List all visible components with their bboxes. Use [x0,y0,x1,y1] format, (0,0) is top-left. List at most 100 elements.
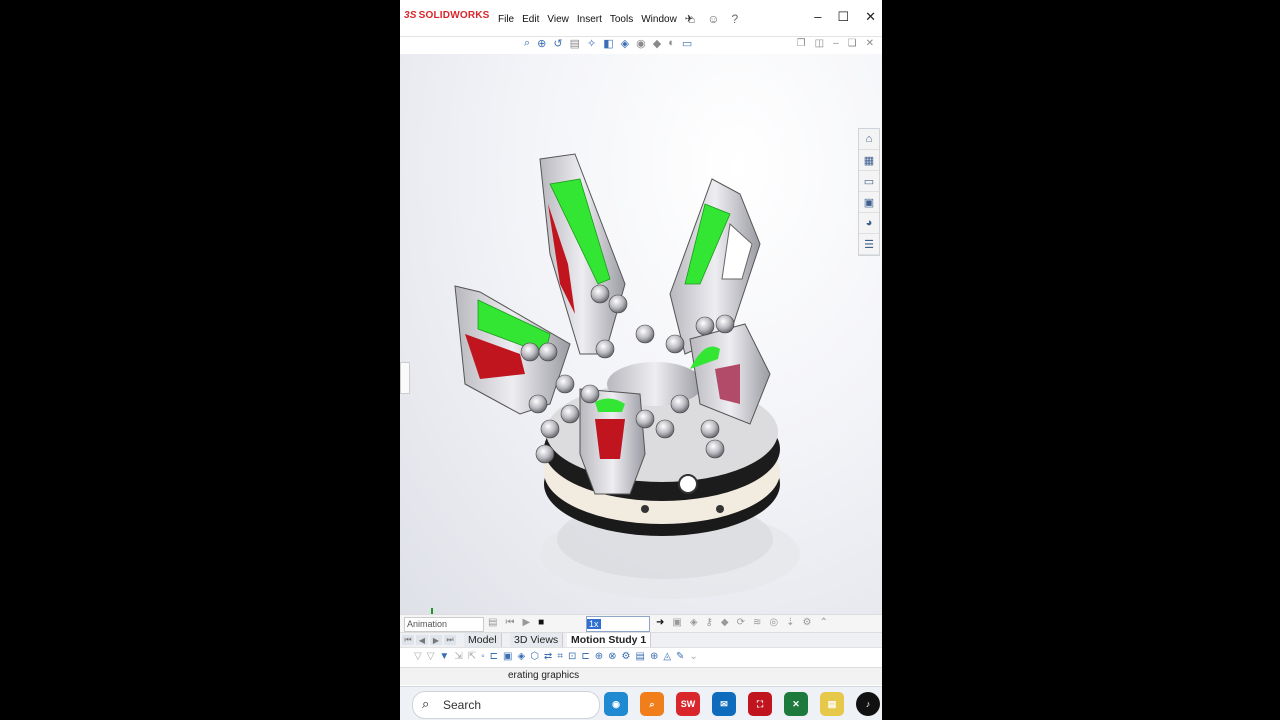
motion-manager-toolbar: ▽ ▽ ▼ ⇲ ⇱ ◦ ⊏ ▣ ◈ ⬡ ⇄ ⌗ ⊡ ⊏ ⊕ ⊗ ⚙ ▤ ⊕ ◬ … [400,647,882,668]
help-icon[interactable]: ? [732,12,739,26]
search-label: Search [443,698,482,712]
viewport-close-icon[interactable]: ✕ [866,38,874,49]
feature-manager-toggle[interactable] [400,362,410,394]
previous-view-icon[interactable]: ↺ [553,37,562,53]
smart-mates-icon[interactable]: ⊏ [490,651,498,662]
viewport-minimize-icon[interactable]: – [833,38,839,49]
home-icon[interactable]: ⌂ [688,12,695,26]
edge-icon[interactable]: ◉ [604,692,628,716]
hide-show-icon[interactable]: ◉ [636,37,646,53]
section-view-icon[interactable]: ▤ [570,37,580,53]
menu-window[interactable]: Window [641,14,677,25]
view-orientation-icon[interactable]: ◧ [603,37,613,53]
instant3d-icon[interactable]: ◬ [663,651,671,662]
brand-prefix: 3S [404,10,417,21]
status-bar: erating graphics [400,667,882,685]
scenes-icon[interactable]: ◐ [668,37,675,53]
solidworks-resources-icon[interactable]: ⌂ [859,129,879,150]
tab-motion-study-1[interactable]: Motion Study 1 [567,633,652,648]
stop-icon[interactable]: ■ [538,617,544,628]
collapse-icon[interactable]: ⌃ [819,617,827,628]
assembly-visualization-icon[interactable]: ⚙ [622,651,631,662]
spring-icon[interactable]: ≋ [753,617,761,628]
linear-pattern-icon[interactable]: ⬡ [530,651,539,662]
add-key-icon[interactable]: ◆ [721,617,729,628]
view-settings-icon[interactable]: ▭ [682,37,692,53]
menu-tools[interactable]: Tools [610,14,633,25]
file-manager-icon[interactable]: ▤ [820,692,844,716]
prev-tab-icon[interactable]: ◀ [416,635,428,645]
maximize-icon[interactable]: ☐ [837,9,849,25]
study-properties-icon[interactable]: ⚙ [802,617,811,628]
sketch-icon[interactable]: ✎ [676,651,684,662]
viewport-controls: ❐ ◫ – ❏ ✕ [797,38,874,49]
snip-tool-icon[interactable]: ⛶ [748,692,772,716]
rotate-component-icon[interactable]: ◈ [517,651,525,662]
filter-selected-icon[interactable]: ▼ [439,651,449,662]
view-palette-icon[interactable]: ▣ [859,192,879,213]
play-from-start-icon[interactable]: ⏮ [505,617,514,628]
more-tools-icon[interactable]: ⌄ [689,651,697,662]
split-view-icon[interactable]: ◫ [815,38,824,49]
custom-properties-icon[interactable]: ☰ [859,234,879,255]
minimize-icon[interactable]: – [814,9,821,25]
autokey-filter-icon[interactable]: ⇱ [468,651,476,662]
circular-pattern-icon[interactable]: ⇄ [544,651,552,662]
tiktok-icon[interactable]: ♪ [856,692,880,716]
tab-model[interactable]: Model [464,633,502,648]
solidworks-taskbar-icon[interactable]: SW [676,692,700,716]
explode-icon[interactable]: ⊡ [568,651,576,662]
gravity-icon[interactable]: ⇣ [786,617,794,628]
hole-alignment-icon[interactable]: ⊗ [608,651,616,662]
appearances-icon[interactable]: ◕ [859,213,879,234]
design-library-icon[interactable]: ▦ [859,150,879,171]
clearance-icon[interactable]: ⊕ [595,651,603,662]
restore-pane-icon[interactable]: ❐ [797,38,806,49]
menu-file[interactable]: File [498,14,514,25]
playback-mode-icon[interactable]: ➜ [656,617,664,628]
calculate-icon[interactable]: ▤ [488,617,497,628]
filter-animated-icon[interactable]: ▽ [414,651,422,662]
last-tab-icon[interactable]: ⏭ [444,635,456,645]
zoom-to-fit-icon[interactable]: ⌕ [524,37,530,53]
display-style-icon[interactable]: ◈ [621,37,629,53]
interference-icon[interactable]: ⊏ [581,651,589,662]
measure-icon[interactable]: ⊕ [650,651,658,662]
zoom-area-icon[interactable]: ⊕ [537,37,546,53]
menu-insert[interactable]: Insert [577,14,602,25]
menu-view[interactable]: View [547,14,569,25]
motor-icon[interactable]: ⟳ [737,617,745,628]
mate-icon[interactable]: ◦ [481,651,485,662]
user-icon[interactable]: ☺ [707,12,719,26]
windows-taskbar: ⌕ Search ◉ ⌕ SW ✉ ⛶ ✕ ▤ ♪ [400,686,882,720]
mirror-icon[interactable]: ⌗ [557,651,563,662]
first-tab-icon[interactable]: ⏮ [402,635,414,645]
contact-icon[interactable]: ◎ [769,617,778,628]
file-explorer-icon[interactable]: ▭ [859,171,879,192]
edit-appearance-icon[interactable]: ◆ [653,37,661,53]
study-type-select[interactable]: Animation [404,617,484,632]
outlook-icon[interactable]: ✉ [712,692,736,716]
excel-icon[interactable]: ✕ [784,692,808,716]
animation-toolbar: Animation ▤ ⏮ ▶ ■ 1x ➜ ▣ ◈ ⚷ ◆ ⟳ ≋ ◎ ⇣ ⚙… [400,614,882,633]
status-text: erating graphics [508,670,580,681]
menu-edit[interactable]: Edit [522,14,539,25]
graphics-area[interactable]: ⌂ ▦ ▭ ▣ ◕ ☰ [400,54,882,645]
dynamic-annotation-icon[interactable]: ✧ [587,37,596,53]
filter-results-icon[interactable]: ⇲ [454,651,462,662]
playback-speed-select[interactable]: 1x [586,616,650,632]
move-component-icon[interactable]: ▣ [503,651,512,662]
next-tab-icon[interactable]: ▶ [430,635,442,645]
animation-wizard-icon[interactable]: ◈ [690,617,698,628]
tab-3d-views[interactable]: 3D Views [510,633,564,648]
taskbar-search[interactable]: ⌕ Search [412,691,600,719]
search-app-icon[interactable]: ⌕ [640,692,664,716]
close-icon[interactable]: ✕ [865,9,876,25]
viewport-restore-icon[interactable]: ❏ [848,38,857,49]
save-animation-icon[interactable]: ▣ [672,617,681,628]
play-icon[interactable]: ▶ [522,617,530,628]
search-icon: ⌕ [422,696,430,711]
filter-driving-icon[interactable]: ▽ [427,651,435,662]
bom-icon[interactable]: ▤ [635,651,644,662]
autokey-icon[interactable]: ⚷ [706,617,713,628]
